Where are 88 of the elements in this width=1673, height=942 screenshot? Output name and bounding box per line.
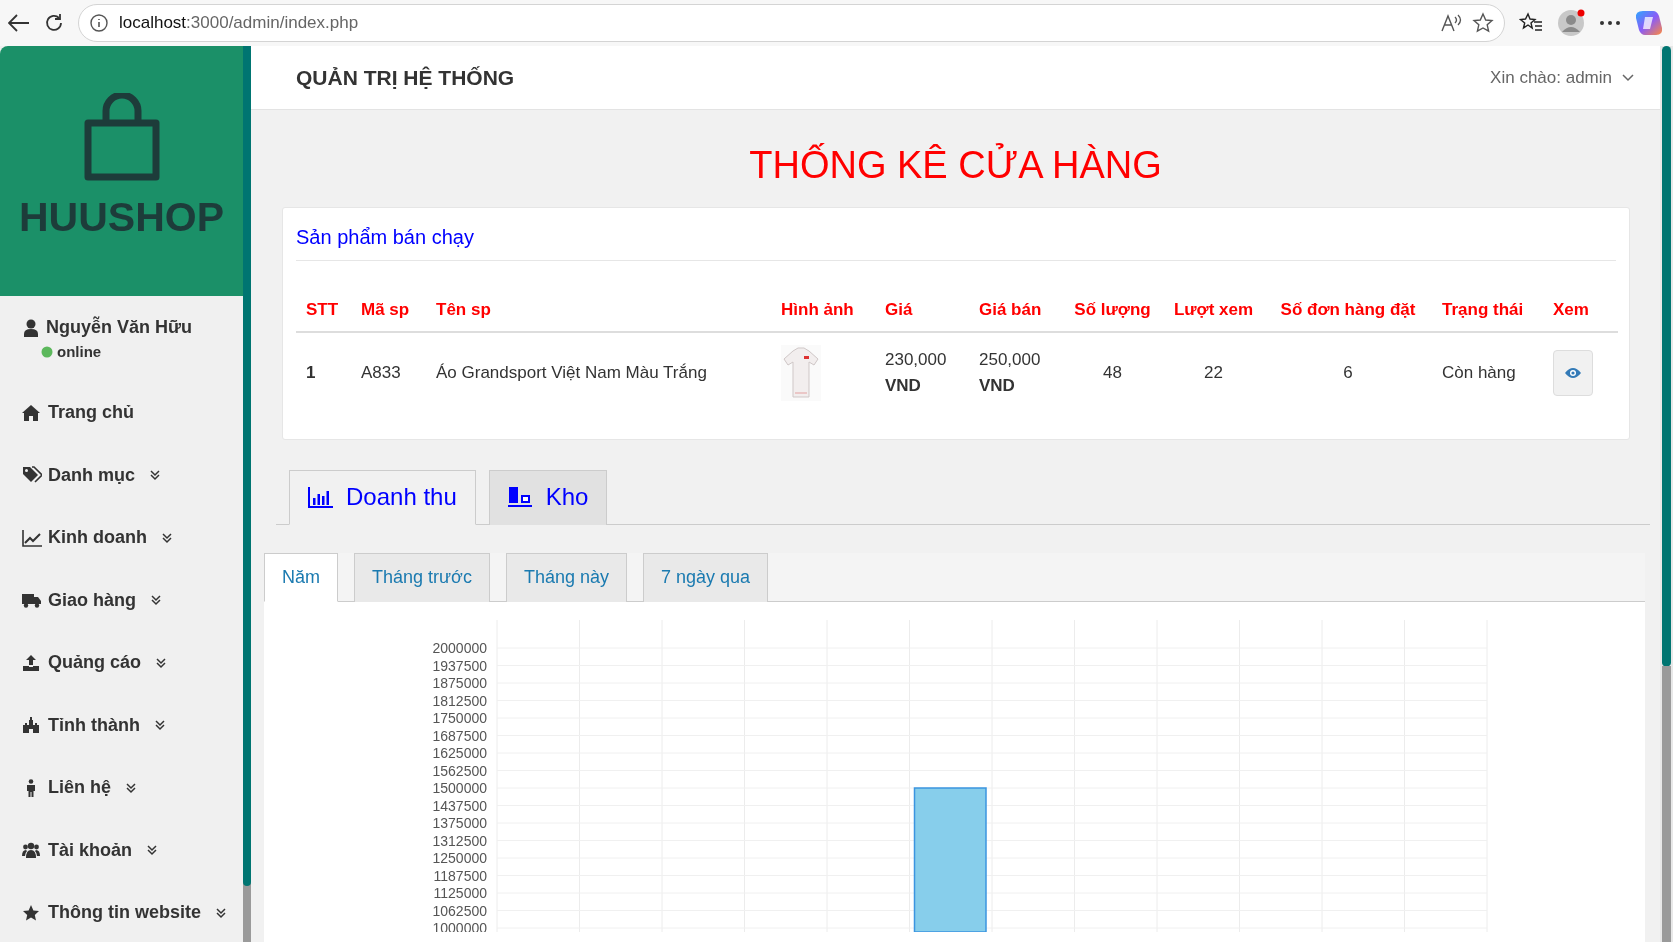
eye-icon xyxy=(1564,366,1582,379)
sidebar-item[interactable]: Giao hàng xyxy=(0,569,243,632)
table-cell: 6 xyxy=(1264,331,1432,413)
price-amount: 230,000 xyxy=(885,349,948,371)
column-header: Xem xyxy=(1543,289,1618,332)
line-chart-icon xyxy=(22,528,42,547)
column-header: Trạng thái xyxy=(1432,289,1543,332)
online-status-dot-icon xyxy=(41,346,53,359)
user-greeting-menu[interactable]: Xin chào: admin xyxy=(1490,64,1634,91)
y-tick-label: 1875000 xyxy=(432,674,487,691)
home-icon xyxy=(22,403,42,422)
info-icon xyxy=(89,13,109,33)
section-tab[interactable]: Kho xyxy=(488,469,608,525)
sidebar-item[interactable]: Kinh doanh xyxy=(0,506,243,569)
y-tick-label: 1125000 xyxy=(433,884,487,901)
y-tick-label: 1062500 xyxy=(432,902,487,918)
chevron-down-icon xyxy=(1622,73,1634,82)
sidebar-item[interactable]: Tỉnh thành xyxy=(0,694,243,757)
sidebar-item[interactable]: Tài khoản xyxy=(0,819,243,882)
column-header: Số đơn hàng đặt xyxy=(1264,289,1432,332)
y-tick-label: 1250000 xyxy=(432,849,487,866)
column-header: Số lượng xyxy=(1062,289,1163,332)
table-cell: Còn hàng xyxy=(1432,331,1543,413)
users-icon xyxy=(22,841,42,860)
column-header: Lượt xem xyxy=(1163,289,1264,332)
table-cell: 48 xyxy=(1062,331,1163,413)
shirt-photo xyxy=(781,344,821,401)
user-name: Nguyễn Văn Hữu xyxy=(46,315,193,339)
user-icon xyxy=(24,318,38,337)
address-bar[interactable]: localhost:3000/admin/index.php xyxy=(78,4,1505,42)
table-cell: 22 xyxy=(1163,331,1264,413)
star-icon[interactable] xyxy=(1472,12,1494,34)
sidebar-item[interactable]: Danh mục xyxy=(0,444,243,507)
table-cell: Áo Grandsport Việt Nam Màu Trắng xyxy=(426,331,771,413)
copilot-logo-icon[interactable] xyxy=(1635,9,1663,37)
y-tick-label: 2000000 xyxy=(432,639,487,656)
table-cell: 1 xyxy=(296,331,351,413)
y-tick-label: 1812500 xyxy=(432,692,487,708)
section-tab[interactable]: Doanh thu xyxy=(289,469,476,525)
read-aloud-icon[interactable] xyxy=(1440,13,1462,33)
column-header: Mã sp xyxy=(351,289,426,332)
card-title: Sản phẩm bán chạy xyxy=(296,216,1616,261)
sidebar-item[interactable]: Thông tin website xyxy=(0,881,243,942)
tags-icon xyxy=(22,466,42,485)
currency-unit: VND xyxy=(885,374,922,397)
sidebar-item[interactable]: Quảng cáo xyxy=(0,631,243,694)
truck-icon xyxy=(22,591,42,610)
page-title: THỐNG KÊ CỬA HÀNG xyxy=(748,142,1163,188)
y-tick-label: 1187500 xyxy=(433,867,487,883)
y-tick-label: 1937500 xyxy=(432,657,487,673)
favorites-icon[interactable] xyxy=(1519,12,1543,34)
sidebar-item[interactable]: Trang chủ xyxy=(0,381,243,444)
brand-name: HUUSHOP xyxy=(19,193,224,243)
period-tab[interactable]: 7 ngày qua xyxy=(642,552,769,602)
warehouse-icon xyxy=(507,486,534,508)
column-header: Giá xyxy=(875,289,969,332)
more-icon[interactable] xyxy=(1599,20,1621,26)
upload-icon xyxy=(22,653,42,672)
admin-header-title: QUẢN TRỊ HỆ THỐNG xyxy=(296,64,515,91)
url-text: localhost:3000/admin/index.php xyxy=(119,12,359,35)
y-tick-label: 1312500 xyxy=(432,832,487,848)
view-button[interactable] xyxy=(1553,349,1593,396)
column-header: Tên sp xyxy=(426,289,771,332)
currency-unit: VND xyxy=(979,374,1016,397)
period-tab[interactable]: Năm xyxy=(264,552,338,602)
y-tick-label: 1437500 xyxy=(432,797,487,813)
y-tick-label: 1375000 xyxy=(432,814,487,831)
y-tick-label: 1562500 xyxy=(432,762,487,778)
reload-icon[interactable] xyxy=(44,13,64,33)
column-header: Giá bán xyxy=(969,289,1062,332)
y-tick-label: 1687500 xyxy=(432,727,487,743)
back-icon[interactable] xyxy=(8,14,30,32)
price-amount: 250,000 xyxy=(979,349,1042,371)
profile-avatar-icon[interactable] xyxy=(1557,9,1585,37)
table-cell: A833 xyxy=(351,331,426,413)
page-scrollbar[interactable] xyxy=(1660,46,1673,942)
column-header: Hình ảnh xyxy=(771,289,875,332)
sidebar-scrollbar[interactable] xyxy=(243,46,251,942)
period-tab[interactable]: Tháng này xyxy=(505,552,627,602)
castle-icon xyxy=(22,716,42,735)
y-tick-label: 1750000 xyxy=(432,709,487,726)
sidebar-item[interactable]: Liên hệ xyxy=(0,756,243,819)
y-tick-label: 1625000 xyxy=(432,744,487,761)
user-status: online xyxy=(57,342,102,362)
period-tab[interactable]: Tháng trước xyxy=(354,552,490,602)
y-tick-label: 1500000 xyxy=(432,779,487,796)
bar-chart-icon xyxy=(308,485,334,508)
column-header: STT xyxy=(296,289,351,332)
